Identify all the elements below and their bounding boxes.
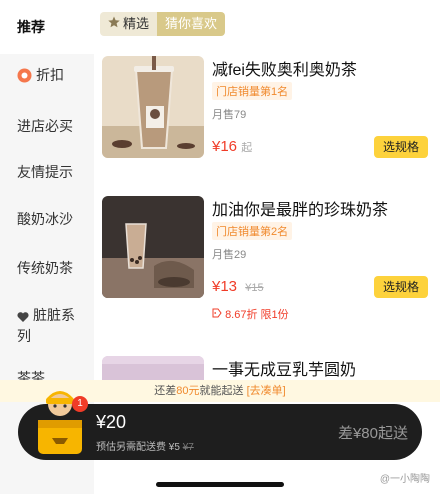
- sidebar-item-dirty-series[interactable]: 脏脏系 列: [0, 306, 94, 345]
- choose-spec-button[interactable]: 选规格: [374, 136, 428, 158]
- discount-tag-icon: [212, 308, 225, 321]
- original-price: ¥15: [245, 282, 264, 294]
- sidebar-item-label: 进店必买: [17, 118, 73, 134]
- product-image[interactable]: [102, 196, 204, 298]
- heart-icon: [17, 309, 29, 327]
- star-icon: [108, 12, 120, 36]
- price-suffix: 起: [241, 142, 253, 154]
- sidebar-item-label: 脏脏系: [33, 307, 75, 323]
- delivery-fee: 预估另需配送费 ¥5 ¥7: [96, 438, 194, 453]
- sales-rank-badge: 门店销量第2名: [212, 222, 293, 240]
- product-card[interactable]: 一事无成豆乳芋圆奶: [100, 356, 430, 380]
- sidebar-item-label: 折扣: [36, 67, 64, 83]
- product-price: ¥13 ¥15: [212, 278, 264, 295]
- filter-featured-label: 精选: [123, 16, 150, 31]
- cart-total: ¥20: [96, 412, 127, 432]
- sidebar-item-must-buy[interactable]: 进店必买: [0, 117, 94, 135]
- product-name: 加油你是最胖的珍珠奶茶: [212, 202, 389, 219]
- watermark: @一小陶陶: [379, 474, 430, 485]
- min-order-amount: 80元: [176, 385, 200, 397]
- sidebar-item-traditional-tea[interactable]: 传统奶茶: [0, 259, 94, 277]
- filter-featured[interactable]: 精选: [100, 12, 158, 36]
- sidebar-item-label: 友情提示: [17, 164, 73, 180]
- checkout-button[interactable]: 差¥80起送: [338, 422, 408, 443]
- discount-icon: [17, 68, 32, 87]
- filter-chips: 精选 猜你喜欢: [100, 12, 226, 36]
- sidebar-item-discount[interactable]: 折扣: [0, 66, 94, 87]
- add-more-link[interactable]: [去凑单]: [247, 385, 286, 397]
- min-order-prefix: 还差: [154, 385, 177, 397]
- product-name: 一事无成豆乳芋圆奶: [212, 362, 357, 379]
- filter-guess-you-like[interactable]: 猜你喜欢: [157, 12, 226, 36]
- sidebar-item-yogurt[interactable]: 酸奶冰沙: [0, 210, 94, 228]
- sidebar-item-label-line2: 列: [17, 328, 31, 344]
- sidebar-item-label: 推荐: [17, 19, 45, 35]
- choose-spec-button[interactable]: 选规格: [374, 276, 428, 298]
- price-value: ¥16: [212, 138, 238, 155]
- monthly-sales: 月售29: [212, 249, 247, 261]
- product-card[interactable]: 加油你是最胖的珍珠奶茶 门店销量第2名 月售29 ¥13 ¥15 选规格 8.6…: [100, 196, 430, 326]
- product-image[interactable]: [102, 356, 204, 380]
- sidebar-item-label: 酸奶冰沙: [17, 211, 73, 227]
- delivery-fee-text: 预估另需配送费 ¥5: [96, 442, 180, 453]
- sales-rank-badge: 门店销量第1名: [212, 82, 293, 100]
- cart-count-badge: 1: [72, 396, 88, 412]
- discount-info: 8.67折 限1份: [212, 306, 289, 322]
- sidebar-item-label: 传统奶茶: [17, 260, 73, 276]
- delivery-fee-original: ¥7: [182, 442, 194, 453]
- sidebar-item-tips[interactable]: 友情提示: [0, 163, 94, 181]
- price-value: ¥13: [212, 278, 238, 295]
- discount-text: 8.67折 限1份: [225, 309, 289, 321]
- monthly-sales: 月售79: [212, 109, 247, 121]
- product-price: ¥16 起: [212, 138, 252, 155]
- min-order-suffix: 就能起送: [199, 385, 244, 397]
- sidebar-item-recommend[interactable]: 推荐: [0, 0, 94, 54]
- product-name: 减fei失败奥利奥奶茶: [212, 62, 357, 79]
- cart-bar[interactable]: 1 ¥20 预估另需配送费 ¥5 ¥7 差¥80起送: [18, 391, 422, 460]
- home-indicator: [156, 482, 284, 487]
- product-image[interactable]: [102, 56, 204, 158]
- product-card[interactable]: 减fei失败奥利奥奶茶 门店销量第1名 月售79 ¥16 起 选规格: [100, 56, 430, 166]
